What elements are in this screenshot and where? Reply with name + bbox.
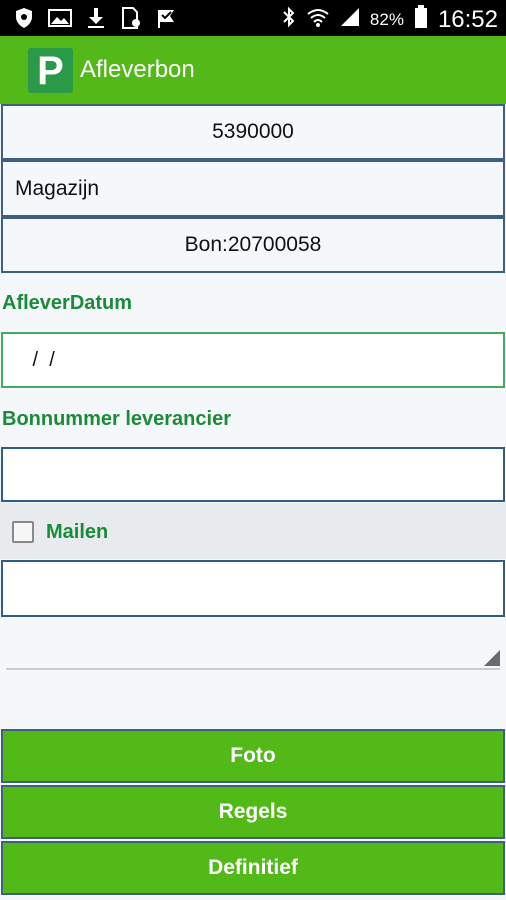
app-logo-icon[interactable]: P — [28, 48, 73, 93]
image-icon — [48, 8, 72, 33]
location-field[interactable]: Magazijn — [1, 160, 505, 217]
wifi-icon — [306, 6, 330, 33]
sim-icon — [120, 7, 142, 34]
app-bar: P Afleverbon — [0, 36, 506, 104]
supplier-bon-label: Bonnummer leverancier — [2, 408, 231, 430]
number-value: 5390000 — [212, 120, 294, 143]
clock: 16:52 — [437, 5, 498, 33]
bon-value: Bon:20700058 — [184, 233, 322, 256]
shield-icon — [14, 7, 34, 34]
logo-letter: P — [37, 49, 64, 93]
page-title: Afleverbon — [80, 56, 195, 83]
mail-label[interactable]: Mailen — [46, 521, 108, 544]
notification-icons — [14, 7, 178, 34]
bluetooth-icon — [282, 6, 296, 33]
foto-button[interactable]: Foto — [1, 729, 505, 783]
battery-percent: 82% — [369, 9, 404, 29]
mail-row: Mailen — [0, 503, 506, 559]
status-right: 82% 16:52 — [282, 5, 498, 34]
delivery-date-label: AfleverDatum — [2, 292, 133, 314]
dropdown-spinner[interactable] — [6, 650, 500, 670]
number-field[interactable]: 5390000 — [1, 104, 505, 160]
delivery-date-value: / / — [27, 348, 55, 371]
dropdown-triangle-icon — [484, 650, 500, 666]
regels-button[interactable]: Regels — [1, 785, 505, 839]
supplier-bon-input[interactable] — [1, 447, 505, 502]
location-value: Magazijn — [15, 176, 100, 200]
check-flag-icon — [156, 7, 178, 34]
mail-input[interactable] — [1, 560, 505, 617]
definitief-button[interactable]: Definitief — [1, 841, 505, 895]
status-bar: 82% 16:52 — [0, 0, 506, 36]
delivery-date-input[interactable]: / / — [1, 332, 505, 388]
download-icon — [86, 7, 106, 34]
bon-field[interactable]: Bon:20700058 — [1, 217, 505, 273]
signal-icon — [340, 7, 360, 32]
mail-checkbox[interactable] — [12, 521, 34, 543]
battery-icon — [414, 5, 428, 34]
